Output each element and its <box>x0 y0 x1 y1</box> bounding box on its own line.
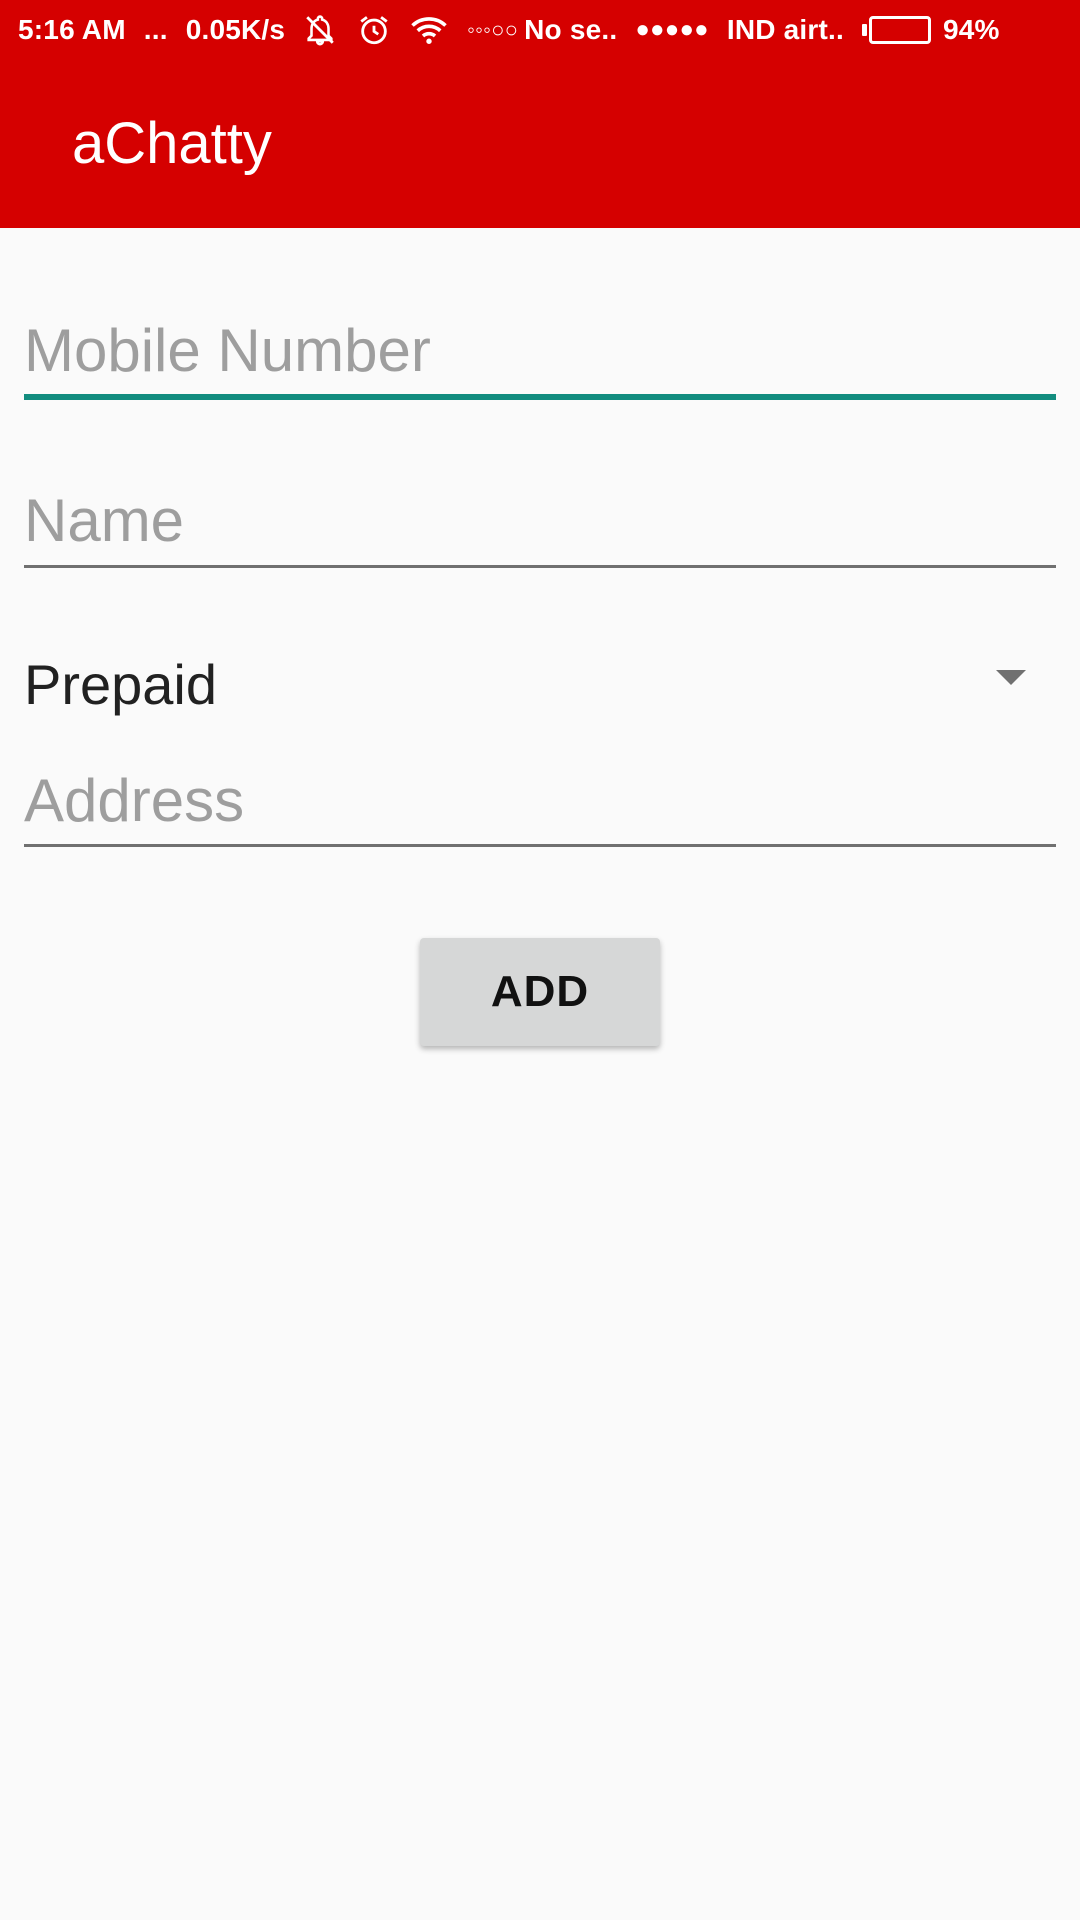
status-time: 5:16 AM <box>18 14 126 45</box>
status-bar: 5:16 AM ... 0.05K/s ◦◦◦○○ No se.. ●●●●● … <box>0 0 1080 60</box>
sim1-carrier: No se.. <box>524 14 618 45</box>
address-field[interactable]: Address <box>24 750 1056 850</box>
plan-dropdown[interactable]: Prepaid <box>24 640 1056 720</box>
alarm-icon <box>357 13 391 47</box>
network-speed: 0.05K/s <box>185 14 286 45</box>
mobile-number-underline <box>24 394 1056 400</box>
battery-percent: 94% <box>942 14 1000 45</box>
status-overflow-dots: ... <box>143 14 168 45</box>
battery-icon <box>861 16 931 44</box>
add-button[interactable]: ADD <box>420 938 660 1046</box>
name-placeholder: Name <box>24 487 185 554</box>
app-title: aChatty <box>72 111 272 176</box>
sim2-carrier: IND airt.. <box>726 14 844 45</box>
bell-off-icon <box>303 13 337 47</box>
address-underline <box>24 844 1056 847</box>
plan-dropdown-value: Prepaid <box>24 653 218 716</box>
mobile-number-placeholder: Mobile Number <box>24 317 431 384</box>
sim1-signal: ◦◦◦○○ <box>467 17 519 42</box>
wifi-icon <box>411 14 447 46</box>
app-bar: aChatty <box>0 60 1080 228</box>
name-field[interactable]: Name <box>24 470 1056 570</box>
sim2-signal: ●●●●● <box>635 16 709 43</box>
mobile-number-field[interactable]: Mobile Number <box>24 300 1056 402</box>
address-placeholder: Address <box>24 767 245 834</box>
dropdown-arrow-icon <box>996 670 1026 685</box>
name-underline <box>24 565 1056 568</box>
